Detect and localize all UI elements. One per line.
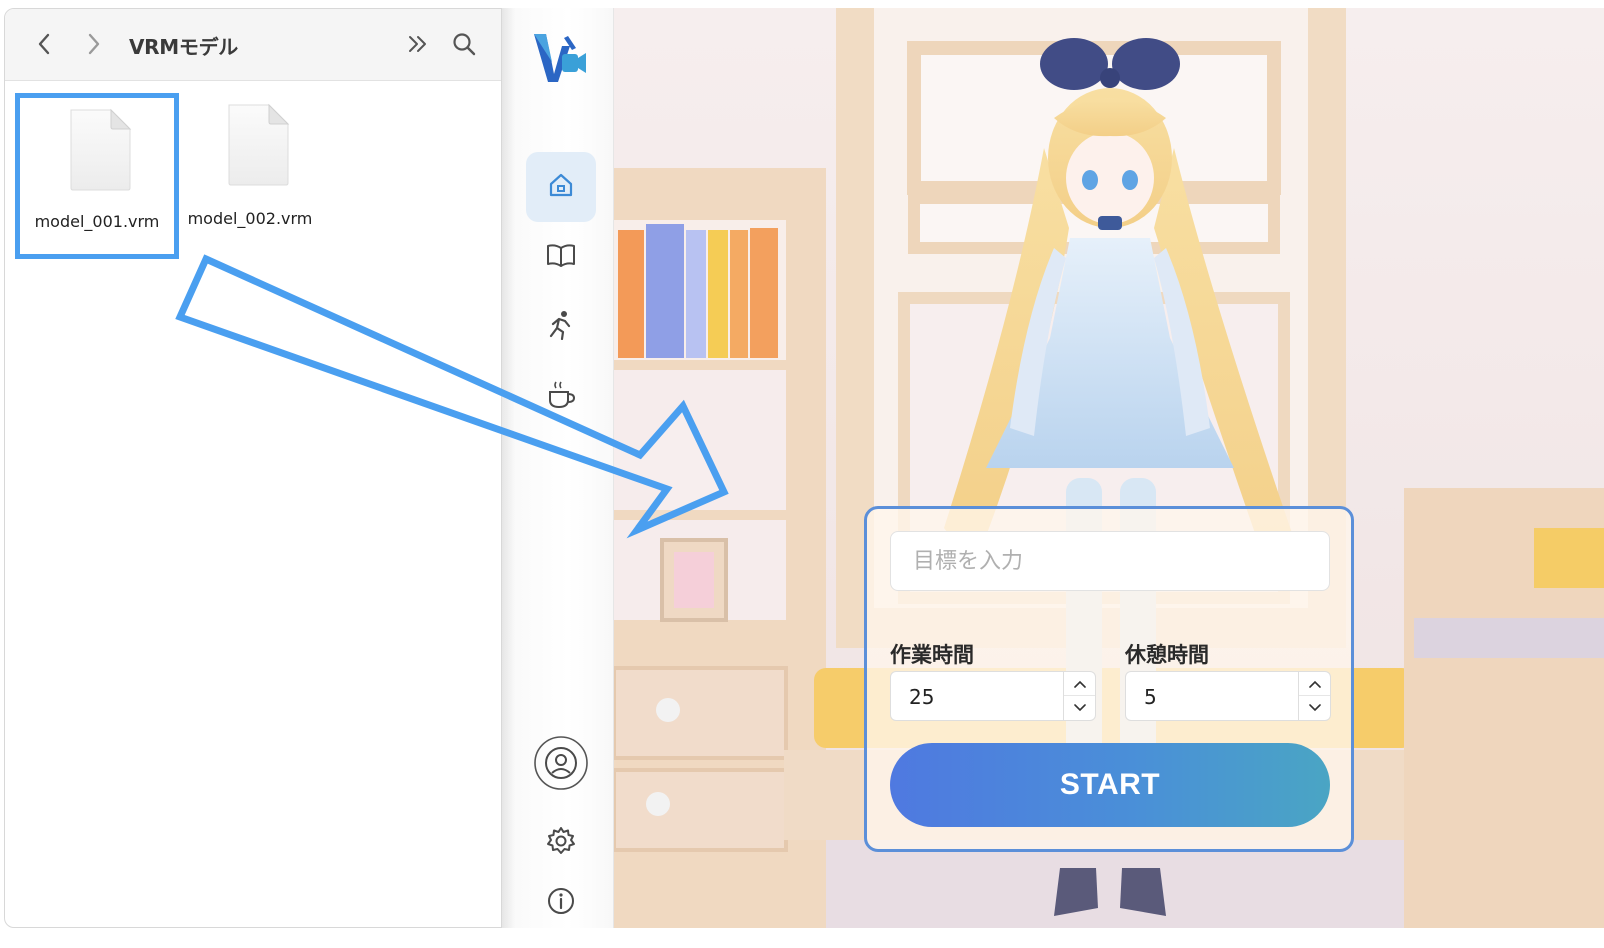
app-sidebar: [502, 8, 614, 928]
start-button[interactable]: START: [890, 743, 1330, 827]
work-time-field[interactable]: 25: [890, 671, 1096, 721]
info-icon: [546, 886, 576, 920]
file-item-model-001[interactable]: model_001.vrm: [15, 93, 179, 259]
document-icon: [67, 108, 133, 196]
chevron-up-icon[interactable]: [1064, 672, 1095, 696]
double-chevron-right-icon[interactable]: [401, 27, 435, 61]
file-name: model_001.vrm: [34, 212, 160, 231]
search-icon[interactable]: [447, 27, 481, 61]
book-icon: [546, 242, 576, 272]
nav-account[interactable]: [526, 730, 596, 800]
user-circle-icon: [533, 735, 589, 795]
running-person-icon: [547, 310, 575, 344]
nav-book[interactable]: [526, 222, 596, 292]
nav-home[interactable]: [526, 152, 596, 222]
break-time-field[interactable]: 5: [1125, 671, 1331, 721]
nav-break[interactable]: [526, 362, 596, 432]
app-logo: [532, 32, 588, 88]
chevron-right-icon[interactable]: [77, 27, 111, 61]
file-name: model_002.vrm: [187, 209, 313, 228]
pomodoro-panel: 作業時間 休憩時間 25 5 START: [864, 506, 1354, 852]
work-time-value: 25: [909, 685, 935, 709]
file-item-model-002[interactable]: model_002.vrm: [175, 103, 325, 253]
break-time-stepper[interactable]: [1298, 672, 1330, 720]
chevron-left-icon[interactable]: [27, 27, 61, 61]
mug-icon: [546, 380, 576, 414]
break-time-label: 休憩時間: [1125, 643, 1209, 667]
finder-window: VRMモデル model_001.vrm model_002.vrm: [4, 8, 502, 928]
work-time-label: 作業時間: [890, 643, 974, 667]
chevron-down-icon[interactable]: [1299, 696, 1330, 720]
gear-icon: [546, 826, 576, 860]
nav-info[interactable]: [526, 868, 596, 928]
chevron-up-icon[interactable]: [1299, 672, 1330, 696]
nav-exercise[interactable]: [526, 292, 596, 362]
finder-toolbar: VRMモデル: [5, 9, 501, 81]
work-time-stepper[interactable]: [1063, 672, 1095, 720]
finder-title: VRMモデル: [129, 35, 238, 59]
home-icon: [547, 171, 575, 203]
document-icon: [225, 103, 291, 191]
chevron-down-icon[interactable]: [1064, 696, 1095, 720]
goal-input[interactable]: [890, 531, 1330, 591]
break-time-value: 5: [1144, 685, 1157, 709]
